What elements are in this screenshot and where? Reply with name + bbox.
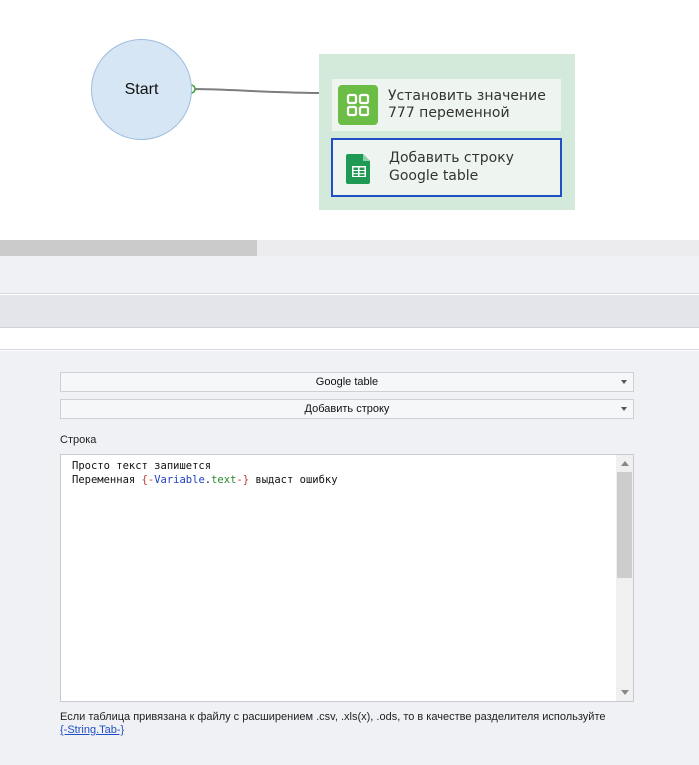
properties-panel: Google table Добавить строку Строка Прос…	[0, 351, 699, 765]
chevron-down-icon	[621, 380, 627, 384]
macro-field: text	[211, 474, 237, 486]
action-label-line2: 777 переменной	[388, 105, 510, 121]
scroll-down-button[interactable]	[616, 684, 633, 701]
canvas-horizontal-scrollbar[interactable]	[0, 240, 699, 256]
chevron-down-icon	[621, 407, 627, 411]
macro-brace-close: -}	[236, 474, 250, 486]
row-text-content: Просто текст запишется Переменная {-Varia…	[72, 459, 613, 487]
action-add-row-google-table[interactable]: Добавить строку Google table	[331, 138, 562, 197]
action-label: Добавить строку Google table	[389, 150, 514, 185]
scroll-up-button[interactable]	[616, 455, 633, 472]
panel-toolbar	[0, 295, 699, 328]
panel-header	[0, 329, 699, 350]
action-select[interactable]: Добавить строку	[60, 399, 634, 419]
scrollbar-thumb[interactable]	[617, 472, 632, 578]
service-select-value: Google table	[315, 376, 379, 388]
row-text-input[interactable]: Просто текст запишется Переменная {-Varia…	[60, 454, 634, 702]
action-select-value: Добавить строку	[304, 403, 390, 415]
row-field-label: Строка	[60, 434, 97, 446]
action-label-line1: Добавить строку	[389, 150, 514, 166]
action-label-line2: Google table	[389, 167, 479, 184]
arrow-up-icon	[620, 461, 629, 466]
start-node[interactable]: Start	[91, 39, 192, 140]
macro-brace-open: {-	[141, 474, 155, 486]
grid-icon	[338, 85, 378, 125]
separator-hint: Если таблица привязана к файлу с расшире…	[60, 711, 660, 737]
service-select[interactable]: Google table	[60, 372, 634, 392]
macro-variable: Variable	[154, 474, 205, 486]
arrow-down-icon	[620, 690, 629, 695]
text-line-1: Просто текст запишется	[72, 460, 212, 472]
textarea-vertical-scrollbar[interactable]	[616, 455, 633, 701]
workflow-canvas[interactable]: Start Установить значение 777 переменной	[0, 0, 699, 240]
hint-text: Если таблица привязана к файлу с расшире…	[60, 711, 606, 723]
google-sheets-icon	[339, 148, 379, 188]
text-plain: Переменная	[72, 474, 142, 486]
text-plain: выдаст ошибку	[249, 474, 338, 486]
text-line-2: Переменная {-Variable.text-} выдаст ошиб…	[72, 473, 613, 487]
string-tab-macro-link[interactable]: {-String.Tab-}	[60, 724, 124, 737]
start-label: Start	[124, 80, 159, 98]
action-label-line1: Установить значение	[388, 87, 546, 104]
action-set-variable[interactable]: Установить значение 777 переменной	[332, 79, 561, 131]
action-label: Установить значение 777 переменной	[388, 88, 546, 123]
scrollbar-thumb[interactable]	[0, 240, 257, 256]
action-group[interactable]: Установить значение 777 переменной Добав…	[319, 54, 575, 210]
panel-splitter[interactable]	[0, 256, 699, 294]
